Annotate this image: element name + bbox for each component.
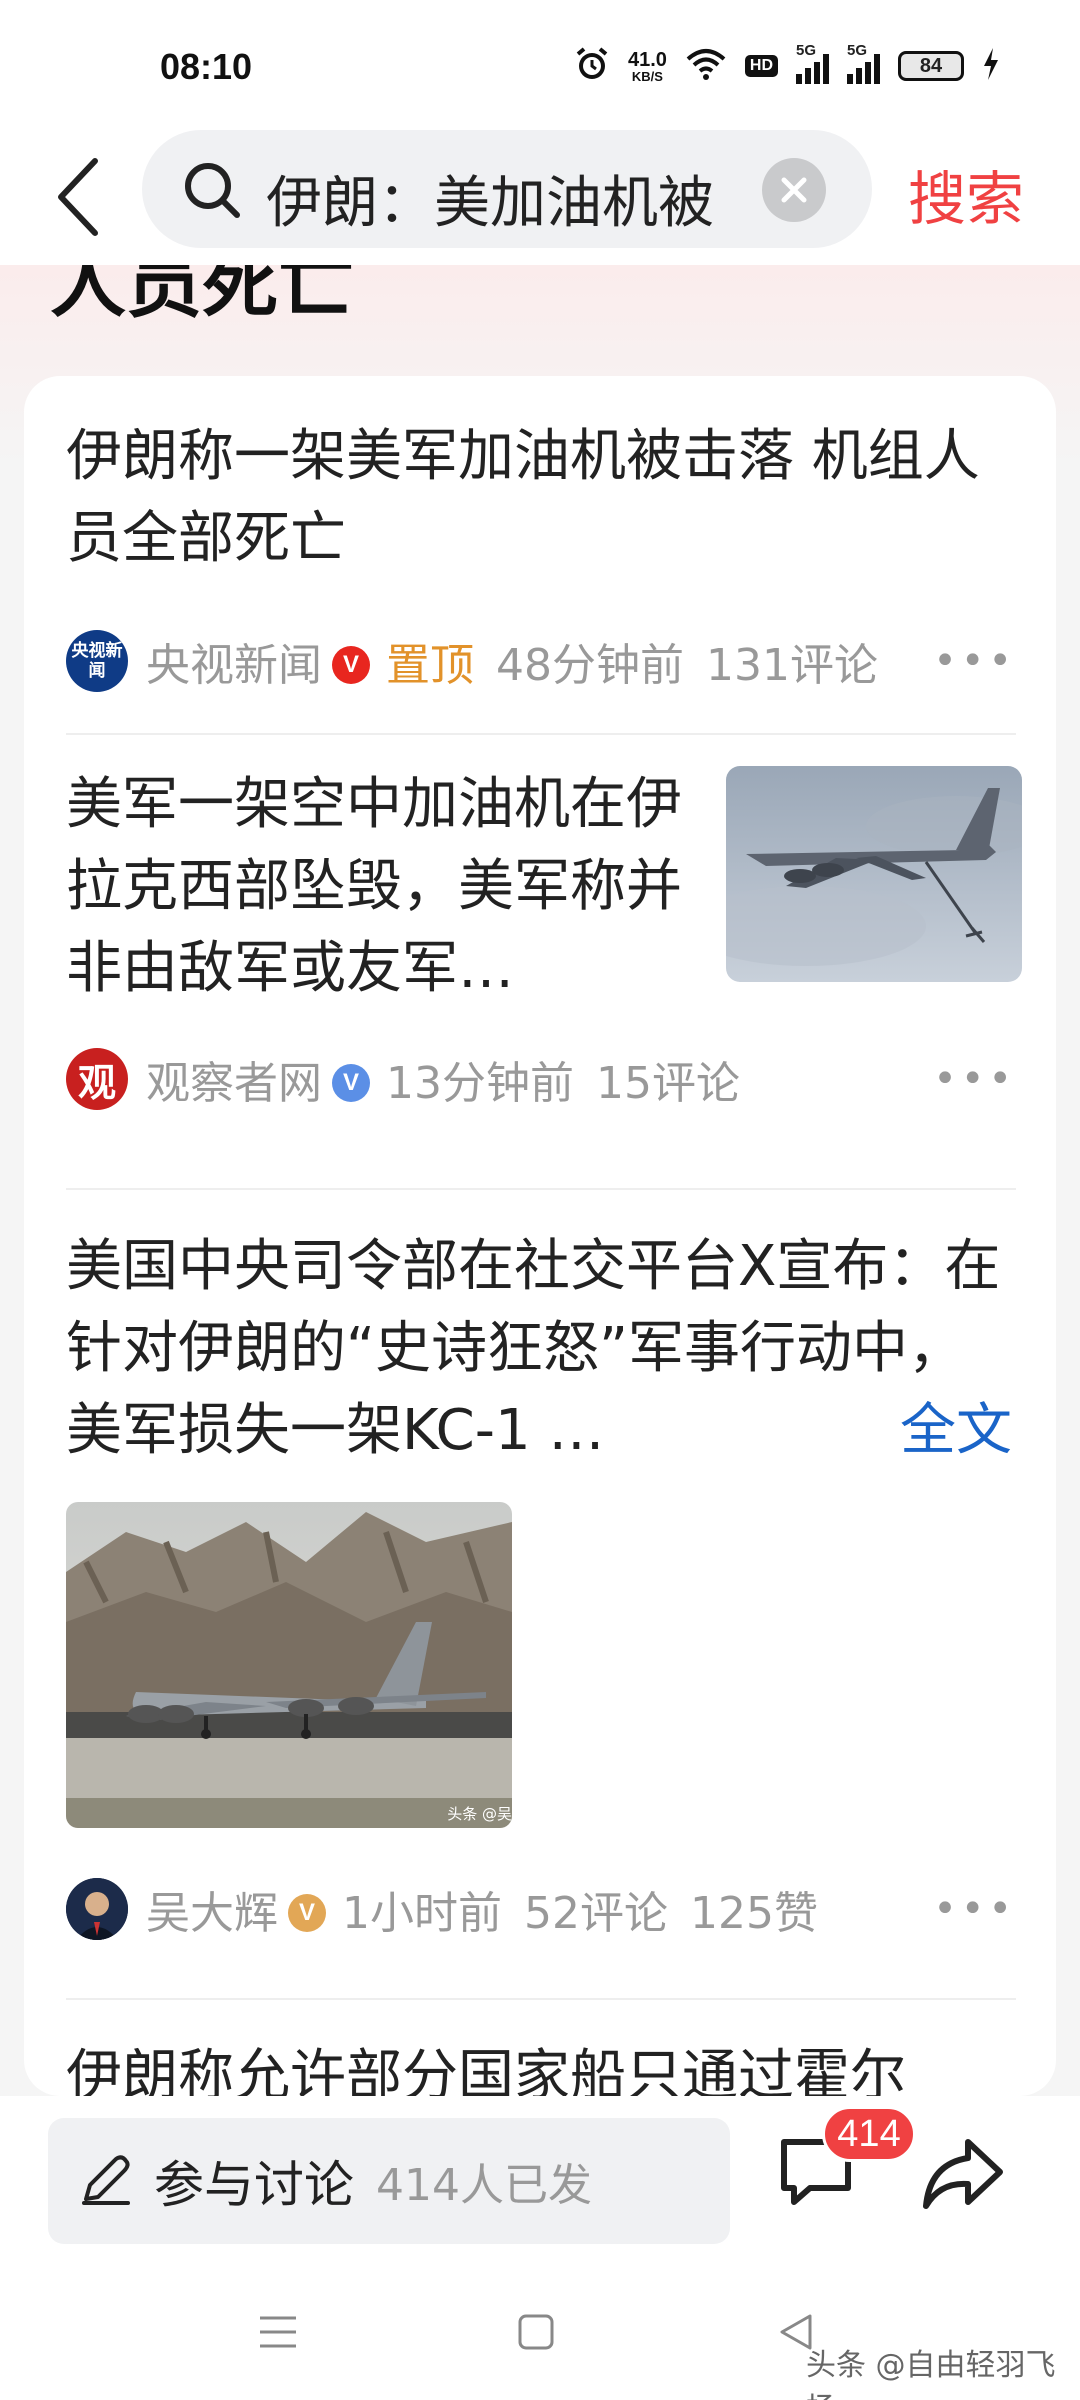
- source-name[interactable]: 观察者网: [146, 1047, 322, 1111]
- pinned-label: 置顶: [386, 640, 474, 691]
- more-options-icon[interactable]: •••: [933, 1056, 1016, 1102]
- comment-count: 15评论: [596, 1058, 740, 1109]
- wifi-icon: [685, 47, 727, 85]
- divider: [66, 1998, 1016, 2000]
- comment-count: 52评论: [524, 1888, 668, 1939]
- article-title[interactable]: 美国中央司令部在社交平台X宣布：在针对伊朗的“史诗狂怒”军事行动中，美军损失一架…: [66, 1226, 1016, 1472]
- article-item[interactable]: 伊朗称一架美军加油机被击落 机组人员全部死亡 央视新闻 央视新闻 V 置顶 48…: [66, 416, 1016, 692]
- alarm-icon: [574, 46, 610, 86]
- avatar[interactable]: 央视新闻: [66, 630, 128, 692]
- discuss-count: 414人已发: [376, 2160, 592, 2211]
- clear-search-button[interactable]: [762, 158, 826, 222]
- charging-icon: [982, 47, 1000, 85]
- verified-badge: V: [332, 1064, 370, 1102]
- hd-voice-badge: HD: [744, 55, 778, 77]
- share-icon: [923, 2139, 1003, 2209]
- article-meta: 观 观察者网 V 13分钟前 15评论 •••: [66, 1044, 1016, 1114]
- source-name[interactable]: 吴大辉: [146, 1877, 278, 1941]
- verified-badge: V: [288, 1894, 326, 1932]
- divider: [66, 1188, 1016, 1190]
- article-title-wrap: 美国中央司令部在社交平台X宣布：在针对伊朗的“史诗狂怒”军事行动中，美军损失一架…: [66, 1226, 1016, 1472]
- chevron-left-icon: [58, 158, 98, 236]
- partial-heading-clip: 人员死亡: [0, 265, 1080, 345]
- share-button[interactable]: [920, 2136, 1006, 2216]
- menu-nav-button[interactable]: [256, 2312, 300, 2356]
- back-button[interactable]: [48, 152, 108, 242]
- search-button[interactable]: 搜索: [908, 152, 1024, 236]
- status-time: 08:10: [160, 46, 253, 87]
- aircraft-image: [66, 1502, 512, 1828]
- like-count: 125赞: [690, 1888, 818, 1939]
- status-bar: 08:10 41.0 KB/S HD 5G 5G 84: [0, 0, 1080, 130]
- publish-time: 1小时前: [342, 1888, 502, 1939]
- signal-sim2-icon: 5G: [847, 42, 880, 84]
- search-header: 伊朗：美加油机被 搜索: [0, 130, 1080, 265]
- publish-time: 48分钟前: [496, 640, 684, 691]
- home-square-icon: [518, 2314, 554, 2350]
- discuss-label: 参与讨论: [154, 2156, 354, 2214]
- publish-time: 13分钟前: [386, 1058, 574, 1109]
- source-name[interactable]: 央视新闻: [146, 629, 322, 693]
- article-item[interactable]: 伊朗称允许部分国家船只通过霍尔: [66, 2036, 1016, 2096]
- more-options-icon[interactable]: •••: [933, 1886, 1016, 1932]
- avatar[interactable]: [66, 1878, 128, 1940]
- article-meta: 吴大辉 V 1小时前 52评论 125赞 •••: [66, 1874, 1016, 1944]
- network-speed: 41.0 KB/S: [627, 48, 667, 84]
- menu-icon: [260, 2316, 296, 2348]
- article-meta: 央视新闻 央视新闻 V 置顶 48分钟前 131评论 •••: [66, 626, 1016, 696]
- article-item[interactable]: 美军一架空中加油机在伊拉克西部坠毁，美军称并非由敌军或友军… 观 观察者网 V: [66, 764, 1022, 1110]
- article-title[interactable]: 伊朗称允许部分国家船只通过霍尔: [66, 2036, 1016, 2096]
- close-icon: [781, 177, 807, 203]
- article-thumbnail[interactable]: [726, 766, 1022, 982]
- full-text-link[interactable]: 全文: [894, 1390, 1012, 1472]
- avatar[interactable]: 观: [66, 1048, 128, 1110]
- divider: [66, 733, 1016, 735]
- search-input[interactable]: 伊朗：美加油机被: [142, 130, 872, 248]
- watermark: 头条 @自由轻羽飞扬: [806, 2348, 1056, 2400]
- more-options-icon[interactable]: •••: [933, 638, 1016, 684]
- comment-count-badge: 414: [822, 2106, 916, 2162]
- bottom-action-bar: 参与讨论 414人已发 414: [0, 2096, 1080, 2270]
- results-card: 伊朗称一架美军加油机被击落 机组人员全部死亡 央视新闻 央视新闻 V 置顶 48…: [24, 376, 1056, 2096]
- search-icon: [182, 160, 242, 224]
- status-icons: 41.0 KB/S HD 5G 5G 84: [574, 42, 1000, 88]
- comment-count: 131评论: [706, 640, 878, 691]
- home-nav-button[interactable]: [516, 2312, 556, 2356]
- image-watermark: 头条 @吴: [447, 1805, 512, 1823]
- article-item[interactable]: 美国中央司令部在社交平台X宣布：在针对伊朗的“史诗狂怒”军事行动中，美军损失一架…: [66, 1226, 1016, 1940]
- discuss-input[interactable]: 参与讨论 414人已发: [48, 2118, 730, 2244]
- article-title[interactable]: 美军一架空中加油机在伊拉克西部坠毁，美军称并非由敌军或友军…: [66, 764, 686, 1010]
- pen-icon: [78, 2151, 134, 2211]
- article-title[interactable]: 伊朗称一架美军加油机被击落 机组人员全部死亡: [66, 416, 1016, 580]
- search-query-text: 伊朗：美加油机被: [266, 171, 714, 236]
- article-image[interactable]: 头条 @吴: [66, 1502, 512, 1828]
- partial-heading: 人员死亡: [50, 265, 354, 328]
- aircraft-image: [726, 766, 1022, 982]
- battery-indicator: 84: [898, 51, 964, 81]
- verified-badge: V: [332, 646, 370, 684]
- signal-sim1-icon: 5G: [796, 42, 829, 84]
